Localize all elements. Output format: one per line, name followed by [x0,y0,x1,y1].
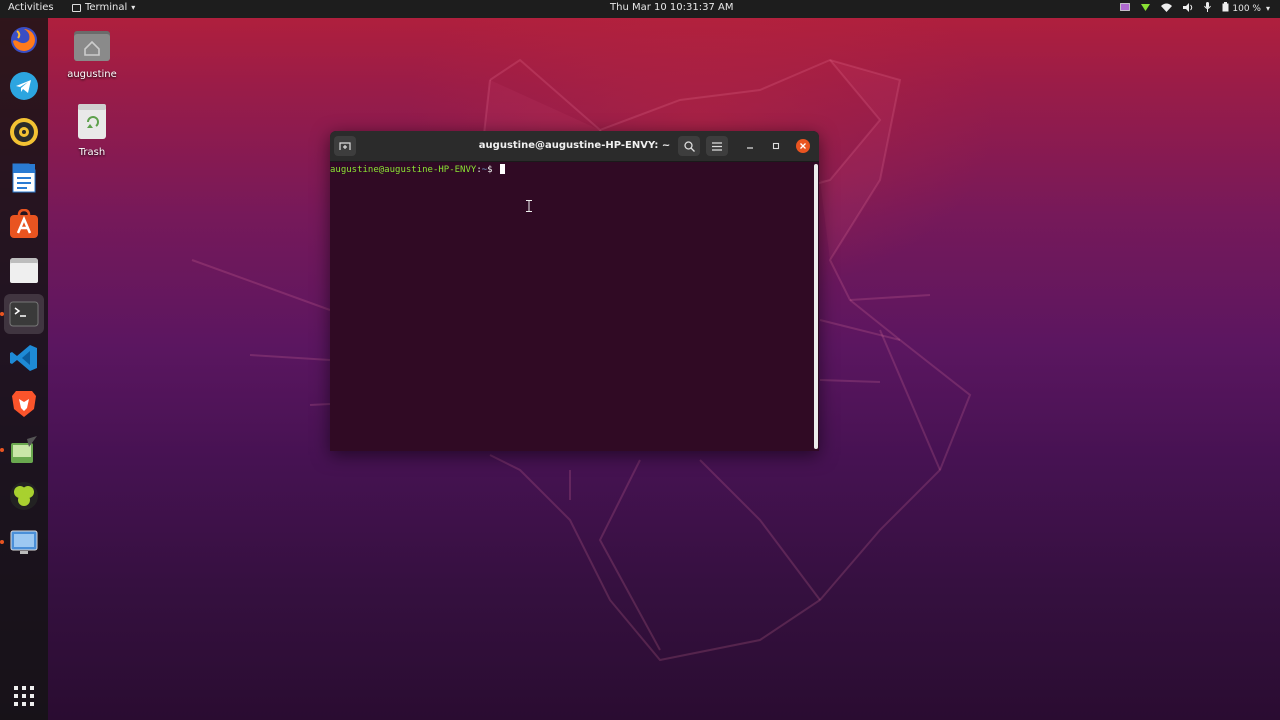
ubuntu-software-icon [10,209,38,238]
terminal-scrollbar[interactable] [814,164,818,449]
dock-ubuntu-software[interactable] [4,204,44,244]
dock-writer[interactable] [4,158,44,198]
dock-terminal[interactable] [4,294,44,334]
search-icon [683,140,695,152]
maximize-button[interactable] [769,139,783,153]
search-button[interactable] [678,136,700,156]
firefox-icon [11,27,37,53]
telegram-icon [10,72,38,100]
terminal-output-area[interactable]: augustine@augustine-HP-ENVY:~$ [330,162,813,451]
dock-screenshot[interactable] [4,522,44,562]
minimize-icon [747,147,753,149]
dock-gimp[interactable] [4,430,44,470]
volume-icon[interactable] [1183,2,1193,15]
dock-tweaks[interactable] [4,476,44,516]
minimize-button[interactable] [743,139,757,153]
activities-button[interactable]: Activities [8,2,54,13]
dock-files[interactable] [4,250,44,290]
prompt-line: augustine@augustine-HP-ENVY:~$ [330,164,505,175]
chevron-down-icon: ▾ [131,3,136,12]
running-indicator [0,448,4,452]
hamburger-menu-icon [712,141,722,151]
dock [0,18,48,720]
screenshot-tool-icon [10,530,38,554]
files-icon [10,258,38,283]
terminal-icon [9,301,39,327]
dock-brave[interactable] [4,384,44,424]
prompt-symbol: $ [487,165,498,175]
menu-button[interactable] [706,136,728,156]
terminal-window[interactable]: augustine@augustine-HP-ENVY: ~ augustine… [330,131,819,451]
home-folder-icon [74,31,110,61]
wifi-icon[interactable] [1161,3,1173,15]
prompt-user-host: augustine@augustine-HP-ENVY [330,165,477,175]
home-folder-label: augustine [67,69,117,80]
chevron-down-icon[interactable]: ▾ [1266,4,1270,13]
dock-firefox[interactable] [4,20,44,60]
microphone-icon[interactable] [1204,2,1212,15]
maximize-icon [772,142,780,150]
running-indicator [0,540,4,544]
vpn-shield-icon[interactable] [1141,3,1151,15]
trash-icon [78,104,106,139]
rhythmbox-icon [10,118,38,146]
gimp-icon [11,436,37,463]
brave-icon [12,391,36,417]
gnome-tweaks-icon [10,482,38,510]
system-tray[interactable]: 100 % ▾ [1120,2,1270,15]
clock[interactable]: Thu Mar 10 10:31:37 AM [610,2,733,13]
trash-label: Trash [78,147,106,158]
text-cursor [500,164,505,174]
terminal-headerbar[interactable]: augustine@augustine-HP-ENVY: ~ [330,131,819,162]
desktop-home-folder[interactable]: augustine [62,28,122,80]
running-indicator [0,312,4,316]
close-button[interactable] [796,139,810,153]
mouse-ibeam-cursor [526,200,532,212]
app-grid-icon [14,686,34,706]
close-icon [800,143,806,149]
top-bar: Activities Terminal ▾ Thu Mar 10 10:31:3… [0,0,1280,18]
vscode-icon [10,345,37,371]
app-menu-button[interactable]: Terminal ▾ [72,2,135,13]
terminal-app-icon [72,3,81,12]
screen-record-icon[interactable] [1120,2,1131,15]
battery-icon[interactable] [1222,2,1229,15]
app-menu-label: Terminal [85,2,128,13]
dock-telegram[interactable] [4,66,44,106]
battery-label: 100 % [1232,3,1261,14]
libreoffice-writer-icon [12,163,36,193]
dock-vscode[interactable] [4,338,44,378]
dock-rhythmbox[interactable] [4,112,44,152]
show-applications-button[interactable] [4,676,44,716]
desktop-trash[interactable]: Trash [62,102,122,158]
